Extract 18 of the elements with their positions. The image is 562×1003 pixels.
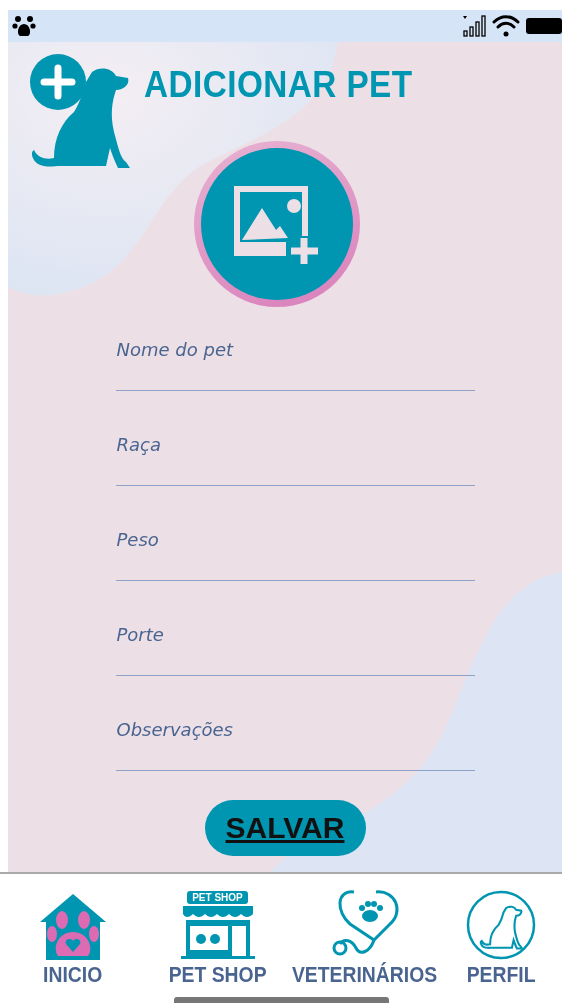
text-field[interactable]: Peso [115,520,475,581]
nav-label[interactable]: INICIO [42,962,103,988]
nav-label[interactable]: VETERINÁRIOS [292,962,438,988]
text-field[interactable]: Nome do pet [115,330,475,391]
dog-circle-icon [466,890,536,960]
text-field[interactable]: Observações [115,710,475,771]
page-title: ADICIONAR PET [144,64,413,106]
nav-label[interactable]: PET SHOP [168,962,267,988]
text-field[interactable]: Raça [115,425,475,486]
text-field[interactable]: Porte [115,615,475,676]
battery-icon [526,16,562,36]
signal-icon [462,14,486,38]
wifi-icon [492,14,520,38]
nav-label[interactable]: PERFIL [466,962,536,988]
shop-sign: PET SHOP [187,891,248,904]
storefront-icon [180,904,255,960]
save-button[interactable]: SALVAR [204,800,366,856]
paw-icon [12,14,36,38]
